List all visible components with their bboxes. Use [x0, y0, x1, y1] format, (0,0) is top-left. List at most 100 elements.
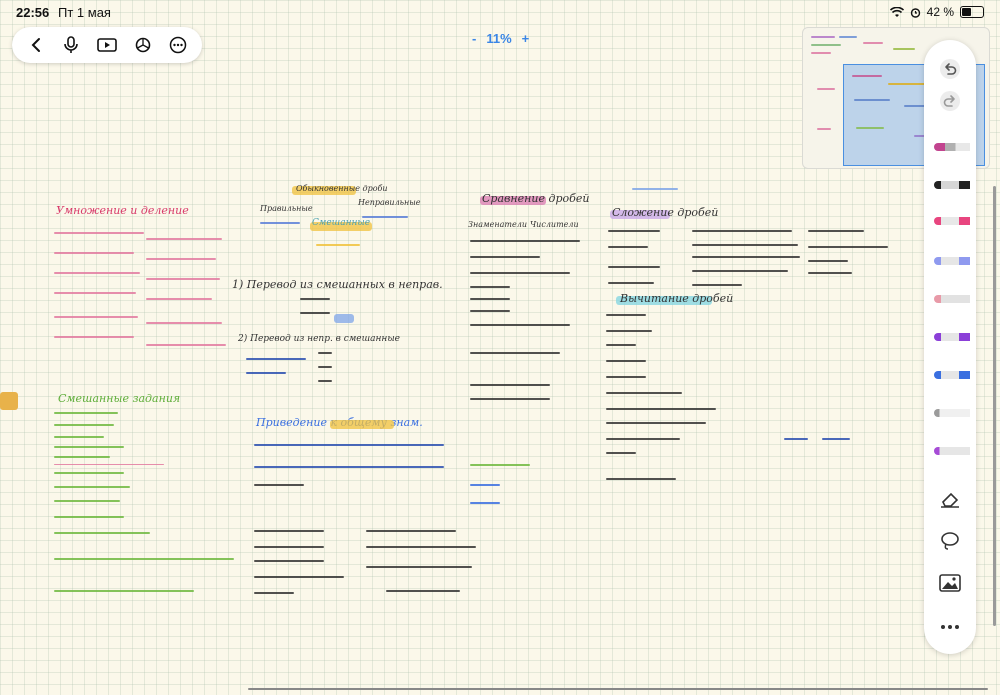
wifi-icon: [889, 6, 904, 17]
heading-improper: Неправильные: [358, 198, 421, 207]
heading-subtraction: Вычитание дробей: [620, 292, 734, 305]
math-scribble: [54, 456, 110, 458]
minimap-scribble: [893, 48, 915, 50]
pencil-gray[interactable]: [930, 398, 970, 428]
math-scribble: [606, 360, 646, 362]
math-scribble: [54, 232, 144, 234]
undo-icon[interactable]: [930, 54, 970, 84]
math-scribble: [606, 408, 716, 410]
math-scribble: [606, 452, 636, 454]
image-icon[interactable]: [930, 568, 970, 598]
page-marker[interactable]: [0, 392, 18, 410]
math-scribble: [54, 532, 150, 534]
math-scribble: [606, 314, 646, 316]
math-scribble: [54, 436, 104, 438]
math-scribble: [608, 282, 654, 284]
zoom-control: - 11% +: [472, 31, 529, 46]
math-scribble: [246, 372, 286, 374]
math-scribble: [54, 472, 124, 474]
math-scribble: [808, 246, 888, 248]
zoom-level: 11%: [486, 31, 512, 46]
math-scribble: [808, 260, 848, 262]
math-scribble: [692, 256, 800, 258]
minimap-scribble: [811, 44, 841, 46]
math-scribble: [300, 312, 330, 314]
math-scribble: [608, 246, 648, 248]
highlighter-pink[interactable]: [930, 284, 970, 314]
math-scribble: [254, 444, 444, 446]
heading-same-num: Числители: [530, 220, 579, 229]
math-scribble: [692, 230, 792, 232]
math-scribble: [606, 344, 636, 346]
math-scribble: [470, 324, 570, 326]
floating-toolbar: [12, 27, 202, 63]
heading-multiplication: Умножение и деление: [56, 204, 189, 217]
math-scribble: [606, 438, 680, 440]
math-scribble: [470, 352, 560, 354]
minimap-scribble: [856, 127, 884, 129]
math-scribble: [470, 384, 550, 386]
zoom-in-button[interactable]: +: [522, 31, 530, 46]
redo-icon[interactable]: [930, 86, 970, 116]
minimap-scribble: [852, 75, 882, 77]
pen-purple[interactable]: [930, 322, 970, 352]
heading-fraction-types: Обыкновенные дроби: [296, 184, 388, 193]
marker-pink[interactable]: [930, 206, 970, 236]
math-scribble: [632, 188, 678, 190]
math-scribble: [260, 222, 300, 224]
math-scribble: [470, 398, 550, 400]
microphone-icon[interactable]: [59, 33, 83, 57]
more-icon[interactable]: [930, 612, 970, 642]
zoom-out-button[interactable]: -: [472, 31, 476, 46]
math-scribble: [692, 284, 742, 286]
math-scribble: [470, 502, 500, 504]
minimap-scribble: [811, 36, 835, 38]
math-scribble: [54, 558, 234, 560]
eraser-icon[interactable]: [930, 484, 970, 514]
math-scribble: [54, 412, 118, 414]
divider-scribble: [54, 464, 164, 465]
math-scribble: [470, 484, 500, 486]
math-scribble: [386, 590, 460, 592]
highlight: [330, 420, 394, 429]
math-scribble: [318, 380, 332, 382]
fountain-pen[interactable]: [930, 132, 970, 162]
battery-icon: [960, 6, 984, 18]
highlight: [334, 314, 354, 323]
math-scribble: [606, 330, 652, 332]
minimap-scribble: [863, 42, 883, 44]
more-icon[interactable]: [166, 33, 190, 57]
math-scribble: [54, 316, 138, 318]
math-scribble: [54, 446, 124, 448]
lasso-icon[interactable]: [930, 526, 970, 556]
math-scribble: [300, 298, 330, 300]
heading-to-mixed: 2) Перевод из непр. в смешанные: [238, 334, 401, 344]
tools-panel: [924, 40, 976, 654]
heading-to-improper: 1) Перевод из смешанных в неправ.: [232, 278, 443, 291]
math-scribble: [254, 530, 324, 532]
marker-black[interactable]: [930, 170, 970, 200]
vertical-scrollbar[interactable]: [993, 186, 996, 626]
math-scribble: [606, 422, 706, 424]
back-icon[interactable]: [24, 33, 48, 57]
chatgpt-icon[interactable]: [131, 33, 155, 57]
heading-mixed: Смешанные: [312, 218, 371, 228]
status-right: 42 %: [889, 5, 984, 19]
math-scribble: [470, 298, 510, 300]
pen-blue-2[interactable]: [930, 360, 970, 390]
math-scribble: [54, 424, 114, 426]
math-scribble: [606, 478, 676, 480]
math-scribble: [54, 252, 134, 254]
math-scribble: [254, 466, 444, 468]
math-scribble: [608, 230, 660, 232]
math-scribble: [692, 244, 798, 246]
video-icon[interactable]: [95, 33, 119, 57]
math-scribble: [470, 310, 510, 312]
math-scribble: [54, 590, 194, 592]
pen-blue[interactable]: [930, 246, 970, 276]
math-scribble: [366, 530, 456, 532]
math-scribble: [606, 392, 682, 394]
pen-purple-2[interactable]: [930, 436, 970, 466]
math-scribble: [146, 278, 220, 280]
heading-comparison: Сравнение дробей: [482, 192, 590, 205]
